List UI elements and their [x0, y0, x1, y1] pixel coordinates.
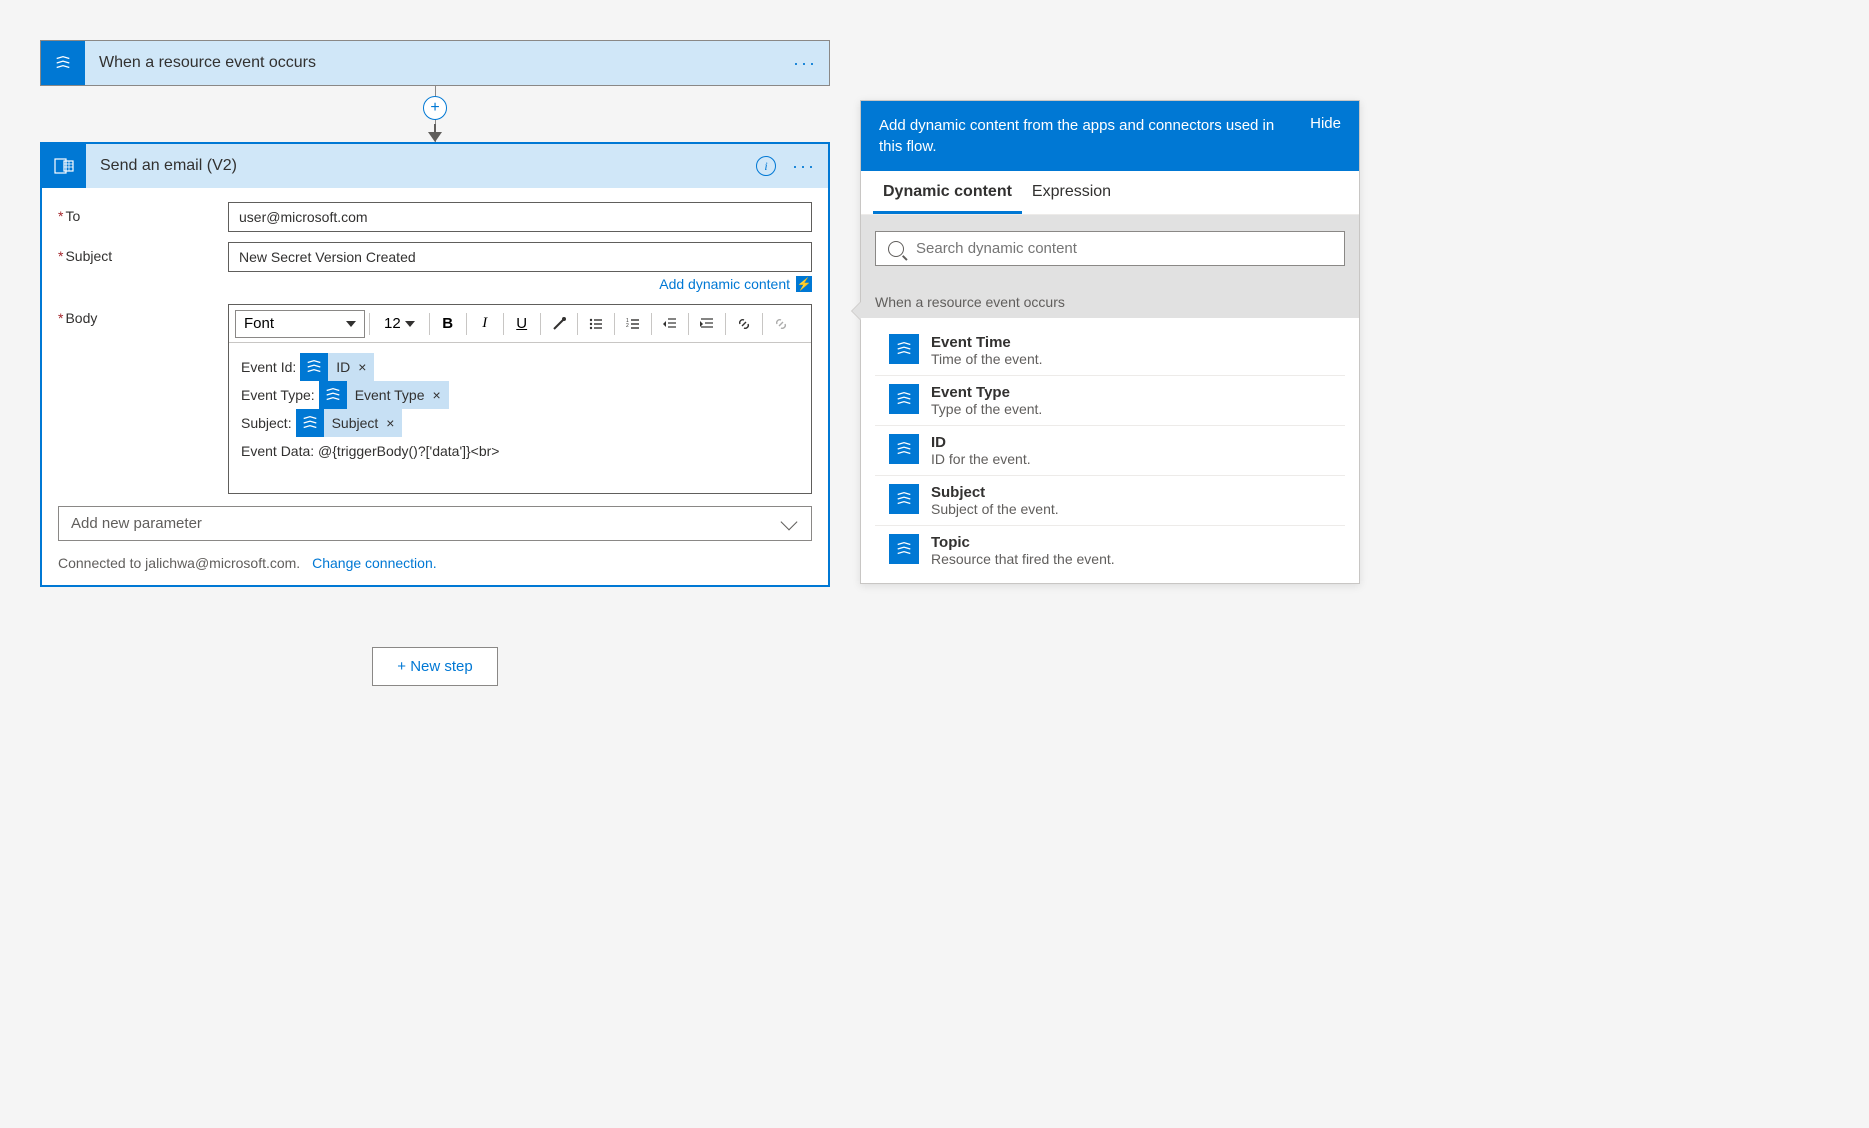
number-list-button[interactable]: 12: [619, 310, 647, 338]
add-dynamic-icon: ⚡: [796, 276, 812, 292]
bold-button[interactable]: B: [434, 310, 462, 338]
panel-section-header: When a resource event occurs: [861, 286, 1359, 318]
action-body: *To *Subject Add dynamic content ⚡ *Body: [42, 188, 828, 585]
indent-button[interactable]: [693, 310, 721, 338]
font-select[interactable]: Font: [235, 310, 365, 338]
token-subject[interactable]: Subject ×: [296, 409, 403, 437]
subject-field-row: *Subject: [58, 242, 812, 272]
flow-canvas: When a resource event occurs ··· + Send …: [0, 0, 870, 726]
body-text: Event Id:: [241, 353, 296, 381]
change-connection-link[interactable]: Change connection.: [312, 555, 437, 571]
chevron-down-icon: [781, 513, 798, 530]
panel-tabs: Dynamic content Expression: [861, 171, 1359, 215]
panel-item-text: Event Time Time of the event.: [931, 334, 1331, 367]
panel-item-title: ID: [931, 434, 1331, 451]
eventgrid-icon: [300, 353, 328, 381]
panel-item-title: Event Type: [931, 384, 1331, 401]
to-input[interactable]: [228, 202, 812, 232]
panel-item-title: Topic: [931, 534, 1331, 551]
trigger-more-icon[interactable]: ···: [793, 58, 817, 68]
trigger-card[interactable]: When a resource event occurs ···: [40, 40, 830, 86]
body-field-row: *Body Font 12 B I U: [58, 304, 812, 494]
body-text: Subject:: [241, 409, 292, 437]
panel-pointer: [851, 301, 861, 321]
search-icon: [888, 241, 904, 257]
to-label: *To: [58, 202, 228, 224]
outlook-icon: [42, 144, 86, 188]
panel-item-desc: Subject of the event.: [931, 501, 1331, 517]
action-more-icon[interactable]: ···: [792, 161, 816, 171]
action-card[interactable]: Send an email (V2) i ··· *To *Subject: [40, 142, 830, 587]
body-text: Event Type:: [241, 381, 315, 409]
subject-label: *Subject: [58, 242, 228, 264]
bullet-list-button[interactable]: [582, 310, 610, 338]
add-step-button[interactable]: +: [423, 96, 447, 120]
panel-item-desc: Type of the event.: [931, 401, 1331, 417]
eventgrid-icon: [296, 409, 324, 437]
italic-button[interactable]: I: [471, 310, 499, 338]
add-parameter-select[interactable]: Add new parameter: [58, 506, 812, 541]
panel-item-text: Event Type Type of the event.: [931, 384, 1331, 417]
token-event-type[interactable]: Event Type ×: [319, 381, 449, 409]
eventgrid-icon: [889, 384, 919, 414]
panel-item-desc: ID for the event.: [931, 451, 1331, 467]
panel-item-text: ID ID for the event.: [931, 434, 1331, 467]
font-size-select[interactable]: 12: [374, 315, 425, 332]
token-remove-icon[interactable]: ×: [358, 353, 366, 381]
body-text: Event Data: @{triggerBody()?['data']}<br…: [241, 437, 499, 465]
panel-item[interactable]: Subject Subject of the event.: [875, 476, 1345, 526]
panel-search-wrap: [861, 215, 1359, 286]
panel-item-text: Subject Subject of the event.: [931, 484, 1331, 517]
eventgrid-icon: [319, 381, 347, 409]
panel-hide-button[interactable]: Hide: [1310, 115, 1341, 132]
add-dynamic-link[interactable]: Add dynamic content ⚡: [659, 276, 812, 292]
panel-item[interactable]: Event Time Time of the event.: [875, 326, 1345, 376]
eventgrid-icon: [889, 484, 919, 514]
trigger-title: When a resource event occurs: [85, 54, 793, 72]
outdent-button[interactable]: [656, 310, 684, 338]
action-header[interactable]: Send an email (V2) i ···: [42, 144, 828, 188]
token-id[interactable]: ID ×: [300, 353, 374, 381]
new-step-button[interactable]: + New step: [372, 647, 497, 686]
panel-item-title: Event Time: [931, 334, 1331, 351]
color-button[interactable]: [545, 310, 573, 338]
eventgrid-icon: [889, 434, 919, 464]
eventgrid-icon: [889, 534, 919, 564]
tab-expression[interactable]: Expression: [1022, 171, 1121, 214]
panel-header-text: Add dynamic content from the apps and co…: [879, 115, 1290, 157]
trigger-header[interactable]: When a resource event occurs ···: [41, 41, 829, 85]
rte-toolbar: Font 12 B I U: [229, 305, 811, 343]
rich-text-editor: Font 12 B I U: [228, 304, 812, 494]
info-icon[interactable]: i: [756, 156, 776, 176]
rte-body[interactable]: Event Id: ID × Event Type:: [229, 343, 811, 493]
panel-item-desc: Resource that fired the event.: [931, 551, 1331, 567]
panel-item-title: Subject: [931, 484, 1331, 501]
add-dynamic-row: Add dynamic content ⚡: [58, 276, 812, 294]
svg-text:2: 2: [626, 323, 629, 329]
to-field-row: *To: [58, 202, 812, 232]
body-label: *Body: [58, 304, 228, 326]
subject-input[interactable]: [228, 242, 812, 272]
panel-item[interactable]: Event Type Type of the event.: [875, 376, 1345, 426]
panel-item-desc: Time of the event.: [931, 351, 1331, 367]
link-button[interactable]: [730, 310, 758, 338]
connection-row: Connected to jalichwa@microsoft.com. Cha…: [58, 555, 812, 571]
token-remove-icon[interactable]: ×: [386, 409, 394, 437]
dynamic-content-panel: Add dynamic content from the apps and co…: [860, 100, 1360, 584]
eventgrid-icon: [889, 334, 919, 364]
panel-header: Add dynamic content from the apps and co…: [861, 101, 1359, 171]
search-input[interactable]: [916, 240, 1332, 257]
action-title: Send an email (V2): [86, 157, 756, 175]
panel-item[interactable]: Topic Resource that fired the event.: [875, 526, 1345, 575]
panel-item-text: Topic Resource that fired the event.: [931, 534, 1331, 567]
underline-button[interactable]: U: [508, 310, 536, 338]
panel-search[interactable]: [875, 231, 1345, 266]
tab-dynamic-content[interactable]: Dynamic content: [873, 171, 1022, 214]
panel-items: Event Time Time of the event. Event Type…: [861, 318, 1359, 583]
panel-item[interactable]: ID ID for the event.: [875, 426, 1345, 476]
token-remove-icon[interactable]: ×: [432, 381, 440, 409]
connector: +: [40, 86, 830, 142]
eventgrid-icon: [41, 41, 85, 85]
unlink-button[interactable]: [767, 310, 795, 338]
